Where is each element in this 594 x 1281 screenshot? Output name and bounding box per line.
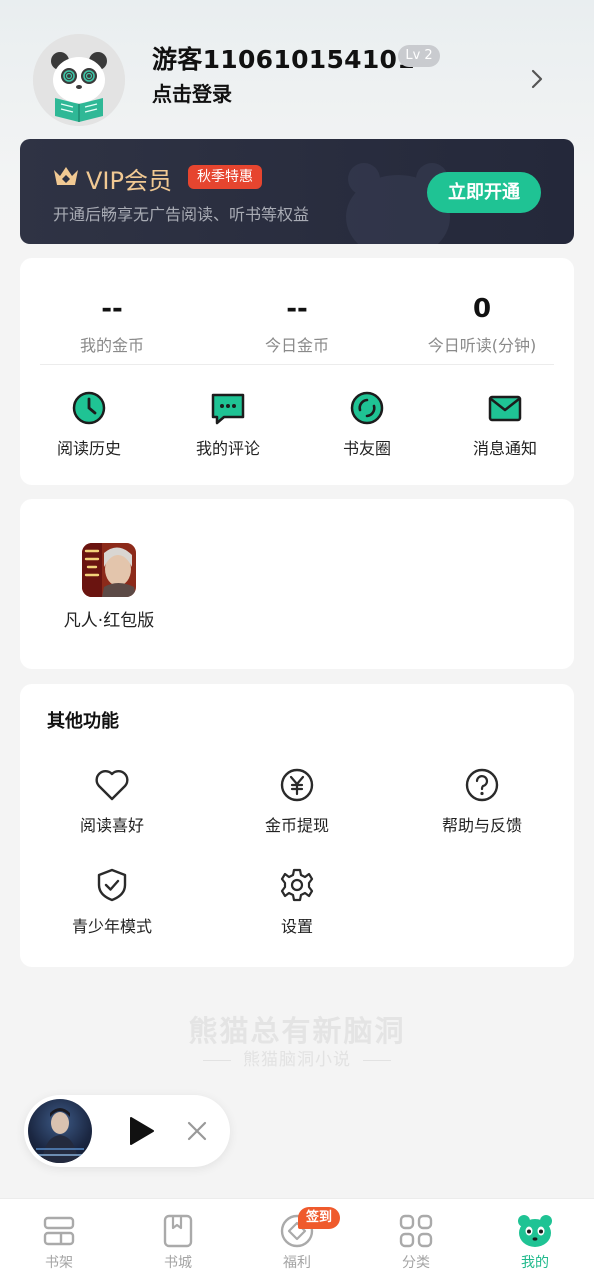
quick-link-label: 消息通知 [472, 439, 537, 458]
heart-icon [95, 769, 129, 801]
stat-my-coins[interactable]: -- 我的金币 [22, 292, 202, 356]
quick-link-notifications[interactable]: 消息通知 [440, 390, 570, 459]
stats-card: -- 我的金币 -- 今日金币 0 今日听读(分钟) 阅读历史 我的评论 书友圈 [20, 258, 574, 485]
quick-link-book-circle[interactable]: 书友圈 [302, 390, 432, 459]
shield-check-icon [97, 868, 127, 902]
promo-label: 凡人·红包版 [63, 611, 155, 631]
nav-label: 分类 [402, 1255, 430, 1271]
nav-label: 福利 [283, 1255, 311, 1271]
section-title: 其他功能 [47, 711, 119, 732]
season-sale-badge: 秋季特惠 [188, 165, 262, 189]
username: 游客110610154101 [152, 45, 415, 74]
stat-label: 今日听读(分钟) [427, 336, 537, 355]
nav-label: 书架 [45, 1255, 73, 1271]
circle-icon [350, 391, 384, 425]
panda-reading-avatar [33, 34, 125, 126]
cover-art-image [36, 1108, 84, 1163]
nav-bookshelf[interactable]: 书架 [14, 1213, 104, 1272]
chevron-right-icon[interactable] [527, 68, 547, 90]
play-icon[interactable] [126, 1115, 156, 1147]
quick-link-reading-history[interactable]: 阅读历史 [24, 390, 154, 459]
feature-settings[interactable]: 设置 [222, 867, 372, 937]
bottom-navigation: 书架 书城 福利 分类 我的 [0, 1198, 594, 1281]
feature-label: 金币提现 [264, 816, 329, 835]
feature-reading-preference[interactable]: 阅读喜好 [37, 768, 187, 836]
divider [40, 364, 554, 365]
game-thumbnail [82, 543, 136, 597]
vip-title: VIP会员 [86, 167, 172, 195]
bookshelf-icon [43, 1216, 75, 1246]
feature-label: 青少年模式 [71, 917, 152, 936]
user-avatar[interactable] [33, 34, 125, 126]
help-icon [465, 768, 499, 802]
comment-icon [211, 393, 245, 425]
vip-banner[interactable]: VIP会员 秋季特惠 开通后畅享无广告阅读、听书等权益 立即开通 [20, 139, 574, 244]
quick-link-my-comments[interactable]: 我的评论 [163, 390, 293, 459]
stat-value: -- [286, 294, 308, 324]
feature-coin-withdraw[interactable]: 金币提现 [222, 768, 372, 836]
stat-value: -- [101, 294, 123, 324]
quick-link-label: 阅读历史 [56, 439, 121, 458]
signin-badge[interactable]: 签到 [298, 1207, 341, 1229]
feature-label: 帮助与反馈 [441, 816, 522, 835]
promo-game-item[interactable]: 凡人·红包版 [56, 543, 162, 631]
open-vip-button[interactable]: 立即开通 [427, 172, 541, 213]
stat-today-listening[interactable]: 0 今日听读(分钟) [392, 292, 572, 356]
quick-link-label: 我的评论 [195, 439, 260, 458]
yen-coin-icon [280, 768, 314, 802]
stat-label: 我的金币 [79, 336, 144, 355]
game-art-image [82, 543, 136, 597]
close-icon[interactable] [186, 1120, 208, 1142]
bookstore-icon [163, 1214, 193, 1248]
mini-audio-player[interactable] [24, 1095, 230, 1167]
gear-icon [280, 868, 314, 902]
brand-name: 熊猫脑洞小说 [0, 1045, 594, 1070]
crown-icon [54, 167, 78, 185]
quick-link-label: 书友圈 [342, 439, 391, 458]
category-grid-icon [399, 1214, 433, 1248]
clock-icon [72, 391, 106, 425]
feature-teen-mode[interactable]: 青少年模式 [37, 867, 187, 937]
mail-icon [488, 395, 522, 422]
vip-subtitle: 开通后畅享无广告阅读、听书等权益 [53, 205, 310, 224]
nav-label: 书城 [164, 1255, 192, 1271]
feature-label: 设置 [280, 917, 313, 936]
brand-slogan: 熊猫总有新脑洞 [188, 1014, 406, 1048]
login-link[interactable]: 点击登录 [152, 78, 232, 107]
feature-help-feedback[interactable]: 帮助与反馈 [407, 768, 557, 836]
stat-value: 0 [472, 294, 492, 324]
stat-label: 今日金币 [264, 336, 329, 355]
nav-bookstore[interactable]: 书城 [133, 1213, 223, 1272]
level-badge: Lv 2 [398, 45, 440, 67]
other-functions-card: 其他功能 阅读喜好 金币提现 帮助与反馈 青少年模式 设置 [20, 684, 574, 967]
stat-today-coins[interactable]: -- 今日金币 [207, 292, 387, 356]
profile-header[interactable]: 游客110610154101 Lv 2 点击登录 [0, 0, 594, 135]
panda-icon [518, 1215, 552, 1247]
nav-mine[interactable]: 我的 [490, 1213, 580, 1272]
book-cover[interactable] [28, 1099, 92, 1163]
nav-label: 我的 [521, 1255, 549, 1271]
promo-card: 凡人·红包版 [20, 499, 574, 669]
feature-label: 阅读喜好 [79, 816, 144, 835]
nav-category[interactable]: 分类 [371, 1213, 461, 1272]
